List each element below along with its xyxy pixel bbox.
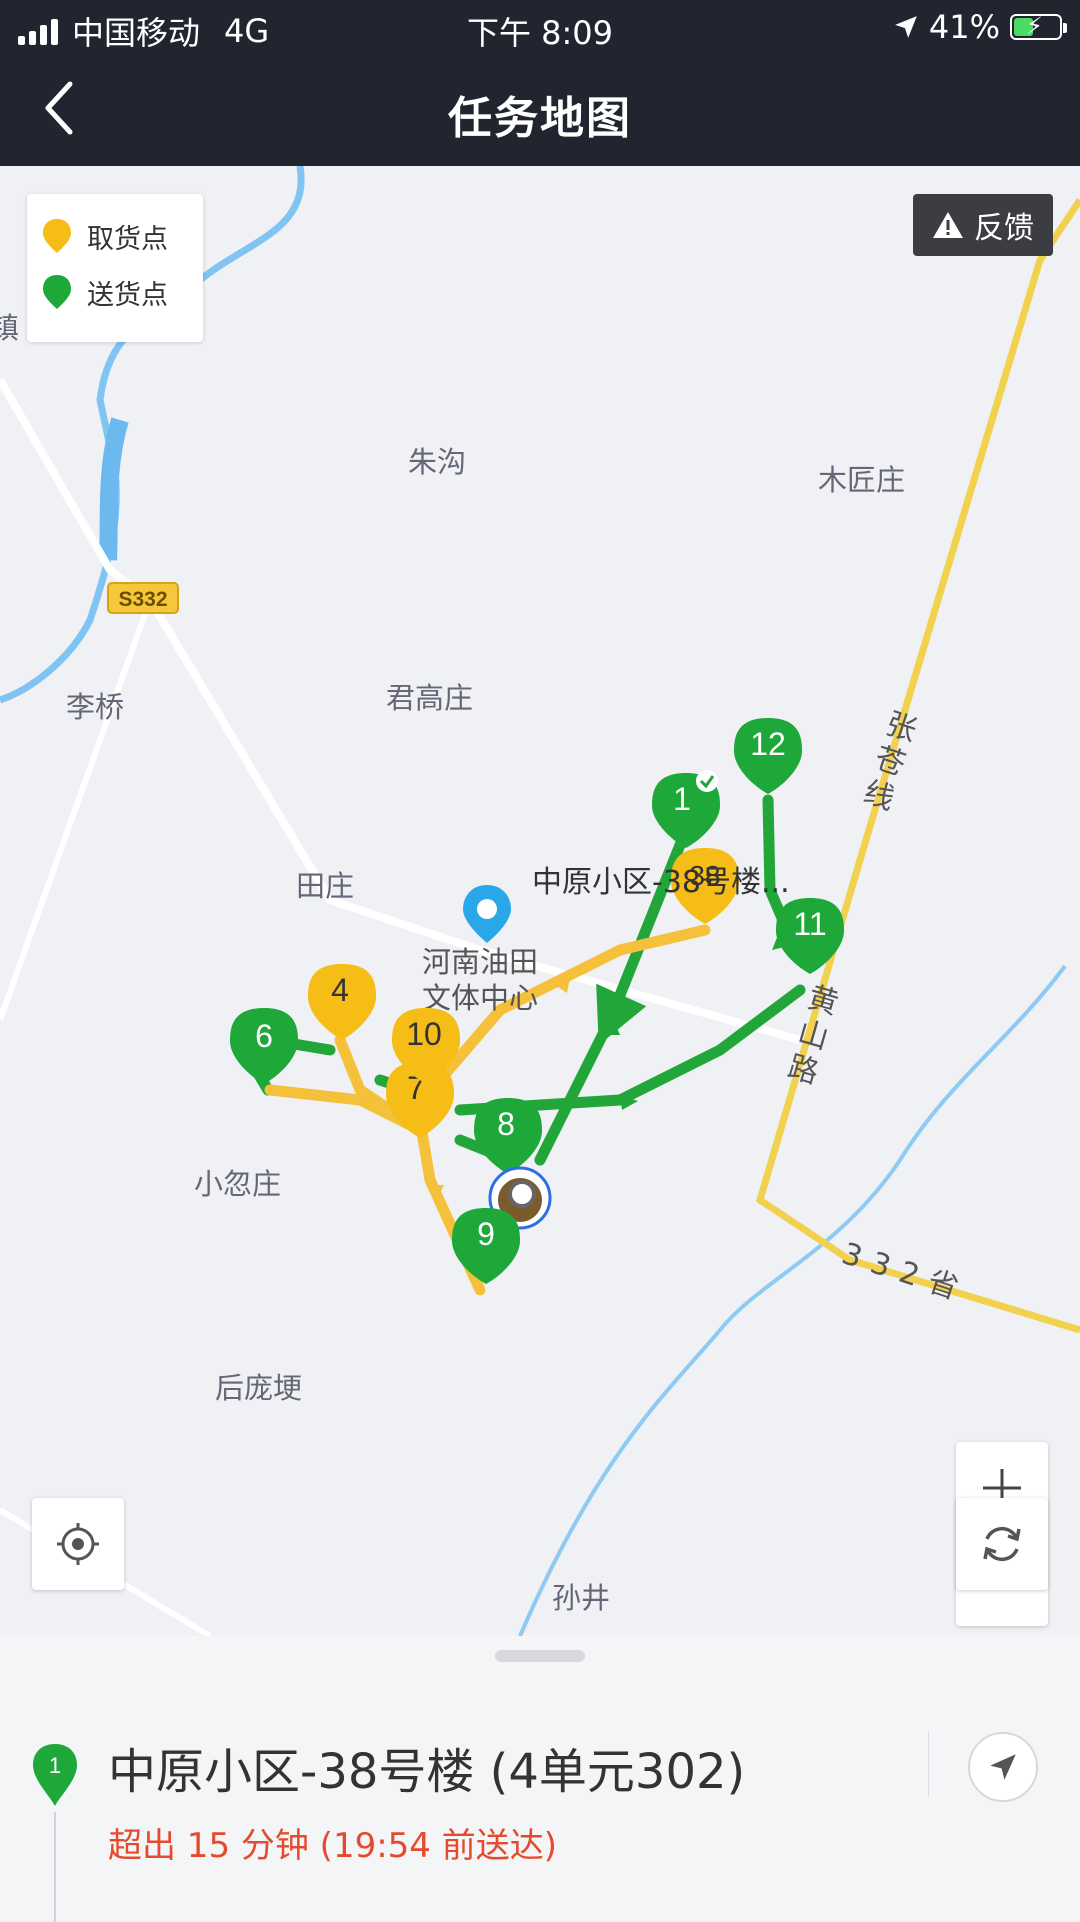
place-zhugou: 朱沟 [408, 445, 466, 479]
svg-text:11: 11 [793, 906, 826, 942]
delivery-marker-6[interactable]: 6 [230, 1008, 298, 1084]
place-liqiao: 李桥 [66, 690, 124, 724]
pickup-pin-icon [43, 219, 71, 253]
refresh-icon [983, 1526, 1021, 1562]
delivery-marker-8[interactable]: 8 [474, 1098, 542, 1174]
overdue-status: 超出 15 分钟 (19:54 前送达) [108, 1826, 558, 1866]
svg-text:省: 省 [923, 1264, 962, 1307]
svg-text:S332: S332 [118, 588, 167, 611]
svg-text:3: 3 [838, 1236, 867, 1275]
place-tianzhuang: 田庄 [296, 869, 354, 903]
place-jungaozhuang: 君高庄 [386, 681, 473, 715]
delivery-pin-icon: 1 [33, 1744, 77, 1806]
svg-text:6: 6 [255, 1018, 273, 1054]
delivery-marker-12[interactable]: 12 [734, 718, 802, 794]
delivery-marker-1[interactable]: 1 [652, 770, 720, 848]
svg-text:12: 12 [750, 726, 786, 762]
svg-text:2: 2 [895, 1255, 924, 1294]
roads [0, 198, 1080, 1636]
nav-bar: 任务地图 [0, 56, 1080, 166]
svg-text:8: 8 [497, 1106, 515, 1142]
feedback-button[interactable]: 反馈 [913, 194, 1053, 256]
place-xiaohuzhuang: 小忽庄 [194, 1167, 281, 1201]
refresh-button[interactable] [956, 1498, 1048, 1590]
poi-name: 河南油田文体中心 [422, 945, 538, 1015]
river [0, 166, 1067, 1636]
task-index-marker: 1 [30, 1740, 80, 1810]
road-label-zhangcang: 张苍线 [859, 706, 921, 817]
divider [928, 1732, 929, 1796]
poi-pin-icon[interactable] [463, 885, 511, 943]
pickup-marker-4[interactable]: 4 [308, 964, 376, 1040]
place-houpanggeng: 后庞埂 [215, 1371, 302, 1405]
marker-callout-label: 中原小区-38号楼... [532, 865, 790, 900]
map-canvas[interactable]: S332 河南油田文体中心 1 12 11 6 8 9 4 7 10 38 中原… [0, 166, 1080, 1636]
sheet-drag-handle[interactable] [495, 1650, 585, 1662]
warning-icon [933, 212, 963, 238]
delivery-marker-9[interactable]: 9 [452, 1208, 520, 1284]
map-legend: 取货点 送货点 [27, 194, 203, 342]
navigate-button[interactable] [968, 1732, 1038, 1802]
task-bottom-sheet[interactable]: 1 中原小区-38号楼 (4单元302) 超出 15 分钟 (19:54 前送达… [0, 1636, 1080, 1922]
road-badge-s332: S332 [107, 582, 179, 614]
place-zhen: 镇 [0, 311, 19, 345]
crosshair-icon [57, 1523, 99, 1565]
svg-text:9: 9 [477, 1216, 495, 1252]
task-map[interactable]: S332 河南油田文体中心 1 12 11 6 8 9 4 7 10 38 中原… [0, 166, 1080, 1636]
page-title: 任务地图 [448, 93, 632, 144]
svg-text:线: 线 [859, 775, 898, 818]
svg-text:1: 1 [49, 1753, 61, 1778]
delivery-marker-11[interactable]: 11 [776, 898, 844, 974]
svg-text:4: 4 [331, 972, 349, 1008]
place-sunjing: 孙井 [552, 1581, 610, 1615]
road-label-332: 332省 [838, 1236, 963, 1306]
delivery-pin-icon [43, 275, 71, 309]
location-arrow-icon [895, 16, 917, 38]
legend-pickup: 取货点 [27, 208, 203, 264]
task-address: 中原小区-38号楼 (4单元302) [108, 1744, 746, 1800]
battery-icon: ⚡ [1010, 12, 1067, 40]
place-mujiangzhuang: 木匠庄 [818, 463, 905, 497]
svg-text:3: 3 [866, 1246, 895, 1285]
svg-text:10: 10 [406, 1016, 442, 1052]
status-bar: 中国移动 4G 下午 8:09 41% ⚡ [0, 0, 1080, 56]
navigation-arrow-icon [990, 1754, 1016, 1780]
legend-delivery: 送货点 [27, 264, 203, 320]
locate-me-button[interactable] [32, 1498, 124, 1590]
svg-text:1: 1 [673, 781, 691, 817]
svg-text:路: 路 [784, 1049, 822, 1091]
timeline-line [54, 1812, 56, 1922]
battery-percent: 41% [928, 8, 1000, 46]
